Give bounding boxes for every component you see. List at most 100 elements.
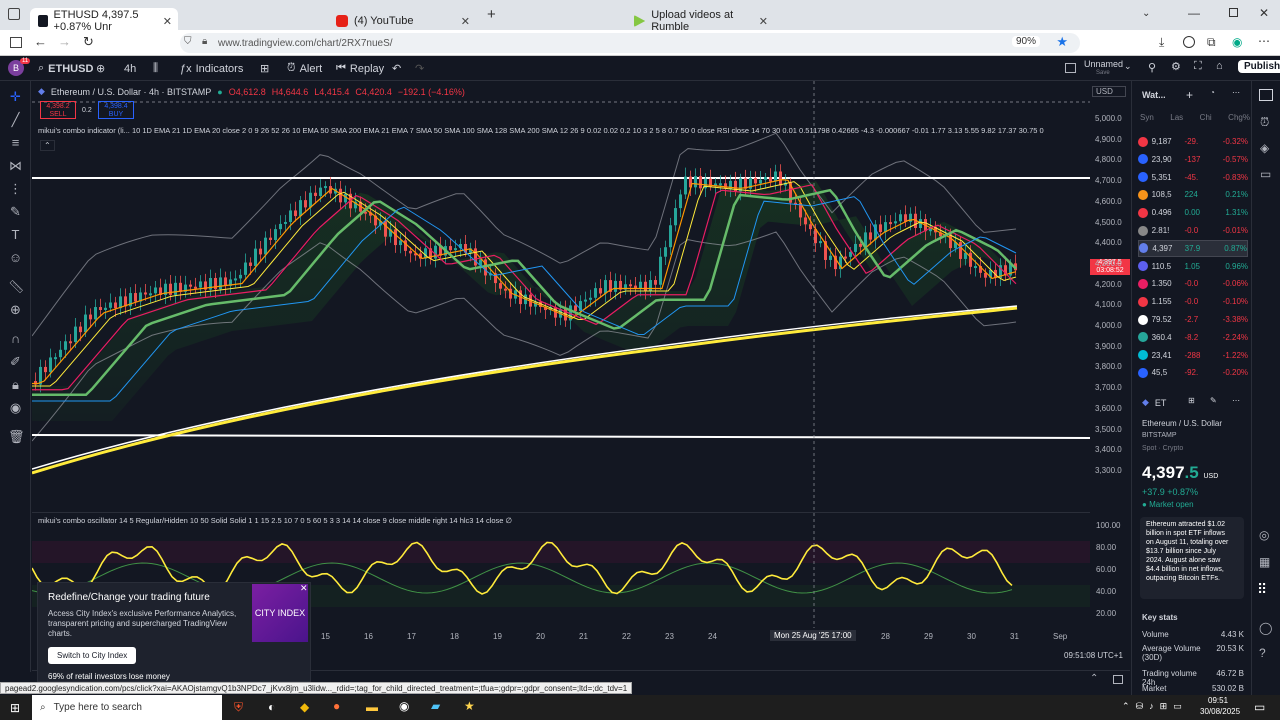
settings-icon[interactable]: ⚙ <box>1171 60 1181 73</box>
folder-icon[interactable]: ▬ <box>366 700 378 714</box>
sell-button[interactable]: 4,398.2 SELL <box>40 101 76 119</box>
chevron-down-icon[interactable]: ⌄ <box>1124 61 1132 72</box>
firefox-icon[interactable]: ● <box>333 699 340 713</box>
close-window-icon[interactable]: ✕ <box>1259 6 1269 20</box>
undo-button[interactable]: ↶ <box>392 56 401 81</box>
watchlist-row[interactable]: 79.52 -2.7 -3.38% <box>1138 311 1248 328</box>
calendar-icon[interactable]: ▦ <box>1259 555 1270 569</box>
watchlist-row[interactable]: 23,41 -288 -1.22% <box>1138 347 1248 364</box>
replay-button[interactable]: ⏮︎ Replay <box>336 56 384 81</box>
watchlist-row[interactable]: 1.155 -0.0 -0.10% <box>1138 293 1248 310</box>
buy-button[interactable]: 4,398.4 BUY <box>98 101 134 119</box>
price-chart[interactable]: ◆ Ethereum / U.S. Dollar · 4h · BITSTAMP… <box>32 81 1090 511</box>
currency-selector[interactable]: USD <box>1092 86 1126 97</box>
magnet-icon[interactable]: ∩ <box>8 331 23 346</box>
city-index-ad[interactable]: Redefine/Change your trading future Acce… <box>37 582 311 682</box>
ruler-icon[interactable]: 📏︎ <box>8 279 25 294</box>
brave-icon[interactable]: ⛨ <box>234 700 243 715</box>
text-icon[interactable]: T <box>8 227 23 242</box>
close-icon[interactable]: ✕ <box>461 15 470 28</box>
alerts-icon[interactable]: ⏰︎ <box>1260 115 1269 130</box>
watchlist-row[interactable]: 108,5 224 0.21% <box>1138 186 1248 203</box>
pencil-lock-icon[interactable]: ✐ <box>8 354 23 369</box>
star-icon[interactable]: ★ <box>1056 34 1068 50</box>
publish-button[interactable]: Publish <box>1238 60 1280 73</box>
compare-button[interactable]: ⊕ <box>96 56 105 81</box>
lock-icon[interactable]: 🔒︎ <box>8 377 23 392</box>
watchlist-row[interactable]: 23,90 -137 -0.57% <box>1138 151 1248 168</box>
watchlist-icon[interactable] <box>1259 89 1273 101</box>
quick-search-icon[interactable]: ⚲ <box>1148 61 1156 74</box>
maximize-icon[interactable] <box>1229 8 1238 17</box>
watchlist-row[interactable]: 2.81! -0.0 -0.01% <box>1138 222 1248 239</box>
ad-cta-button[interactable]: Switch to City Index <box>48 647 137 664</box>
watchlist-row[interactable]: 5,351 -45. -0.83% <box>1138 169 1248 186</box>
alert-button[interactable]: ⏰︎ Alert <box>287 56 322 81</box>
close-icon[interactable]: ✕ <box>300 583 308 594</box>
more-icon[interactable]: ⋯ <box>1232 88 1240 97</box>
watchlist-settings-icon[interactable]: ◔ <box>1210 88 1215 97</box>
close-icon[interactable]: ✕ <box>759 15 768 28</box>
notification-icon[interactable]: ▭ <box>1254 700 1265 714</box>
download-icon[interactable]: ⤓ <box>1159 35 1164 50</box>
bell-icon[interactable]: ◯ <box>1259 621 1272 635</box>
close-icon[interactable]: ✕ <box>163 15 172 28</box>
camera-icon[interactable]: ⌂ <box>1216 60 1223 72</box>
collapse-legend-icon[interactable]: ⌃ <box>40 140 55 151</box>
pattern-icon[interactable]: ⋈ <box>8 158 23 173</box>
add-symbol-icon[interactable]: + <box>1186 88 1193 102</box>
chat-icon[interactable]: ▭ <box>1260 167 1271 181</box>
col-chgpct[interactable]: Chg% <box>1228 113 1250 122</box>
crosshair-icon[interactable]: ✛ <box>8 89 23 104</box>
brush-icon[interactable]: ✎ <box>8 204 23 219</box>
watchlist-row[interactable]: 0.496 0.00 1.31% <box>1138 204 1248 221</box>
menu-icon[interactable]: ⋯ <box>1258 34 1270 48</box>
layers-icon[interactable]: ◈ <box>1260 141 1269 155</box>
zoom-badge[interactable]: 90% <box>1011 36 1040 47</box>
apps-icon[interactable]: ⠿ <box>1257 581 1267 598</box>
fib-icon[interactable]: ≡ <box>8 135 23 150</box>
edit-icon[interactable]: ✎ <box>1210 396 1217 405</box>
news-card[interactable]: Ethereum attracted $1.02 billion in spot… <box>1140 517 1244 599</box>
redo-button[interactable]: ↷ <box>415 56 424 81</box>
target-icon[interactable]: ◎ <box>1259 528 1269 542</box>
layout-icon[interactable]: ⊞ <box>1188 396 1195 405</box>
interval-button[interactable]: 4h <box>124 56 136 81</box>
tray-icons[interactable]: ⌃⛁♪⊞▭ <box>1122 701 1188 712</box>
watchlist-row[interactable]: 9,187 -29. -0.32% <box>1138 133 1248 150</box>
star-app-icon[interactable]: ★ <box>464 699 475 713</box>
layout-checkbox[interactable] <box>1065 63 1076 73</box>
oscillator-legend[interactable]: mikui's combo oscillator 14 5 Regular/Hi… <box>38 516 512 525</box>
col-chg[interactable]: Chi <box>1200 113 1212 122</box>
trendline-icon[interactable]: ╱ <box>8 112 23 127</box>
details-name[interactable]: Ethereum / U.S. Dollar <box>1142 419 1222 428</box>
trash-icon[interactable]: 🗑︎ <box>8 429 25 444</box>
app-icon[interactable]: ◐ <box>268 700 275 714</box>
panel-toggle-icon[interactable] <box>1113 675 1123 684</box>
url-field[interactable]: ⛉ 🔒︎ www.tradingview.com/chart/2RX7nueS/… <box>180 33 1080 53</box>
forward-icon[interactable]: → <box>58 34 71 49</box>
watchlist-row[interactable]: 45,5 -92. -0.20% <box>1138 364 1248 381</box>
indicator1-legend[interactable]: mikui's combo indicator (li... 10 1D EMA… <box>38 126 1068 135</box>
binance-icon[interactable]: ◆ <box>300 700 309 714</box>
watchlist-row[interactable]: 1.350 -0.0 -0.06% <box>1138 275 1248 292</box>
emoji-icon[interactable]: ☺ <box>8 250 23 265</box>
copilot-icon[interactable]: ◉ <box>1232 35 1242 49</box>
col-symbol[interactable]: Syn <box>1140 113 1154 122</box>
templates-button[interactable]: ⊞ <box>260 56 269 81</box>
sidebar-icon[interactable] <box>10 37 22 48</box>
zoom-in-icon[interactable]: ⊕ <box>8 302 23 317</box>
watchlist-row[interactable]: 4,397 37.9 0.87% <box>1138 239 1248 257</box>
windows-start-icon[interactable]: ⊞ <box>10 701 20 715</box>
profile-icon[interactable] <box>1183 36 1195 48</box>
forecast-icon[interactable]: ⋮ <box>8 181 23 196</box>
symbol-search-button[interactable]: ⌕ ETHUSD <box>38 56 93 81</box>
help-icon[interactable]: ? <box>1259 646 1266 660</box>
tab-search-icon[interactable]: ⌄ <box>1142 8 1150 19</box>
fullscreen-icon[interactable]: ⛶ <box>1194 60 1202 73</box>
notes-icon[interactable]: ▰ <box>431 699 440 713</box>
new-tab-button[interactable]: + <box>487 6 496 23</box>
watchlist-row[interactable]: 360.4 -8.2 -2.24% <box>1138 329 1248 346</box>
tab-actions-icon[interactable] <box>8 8 20 20</box>
eye-icon[interactable]: ◉ <box>8 400 23 415</box>
